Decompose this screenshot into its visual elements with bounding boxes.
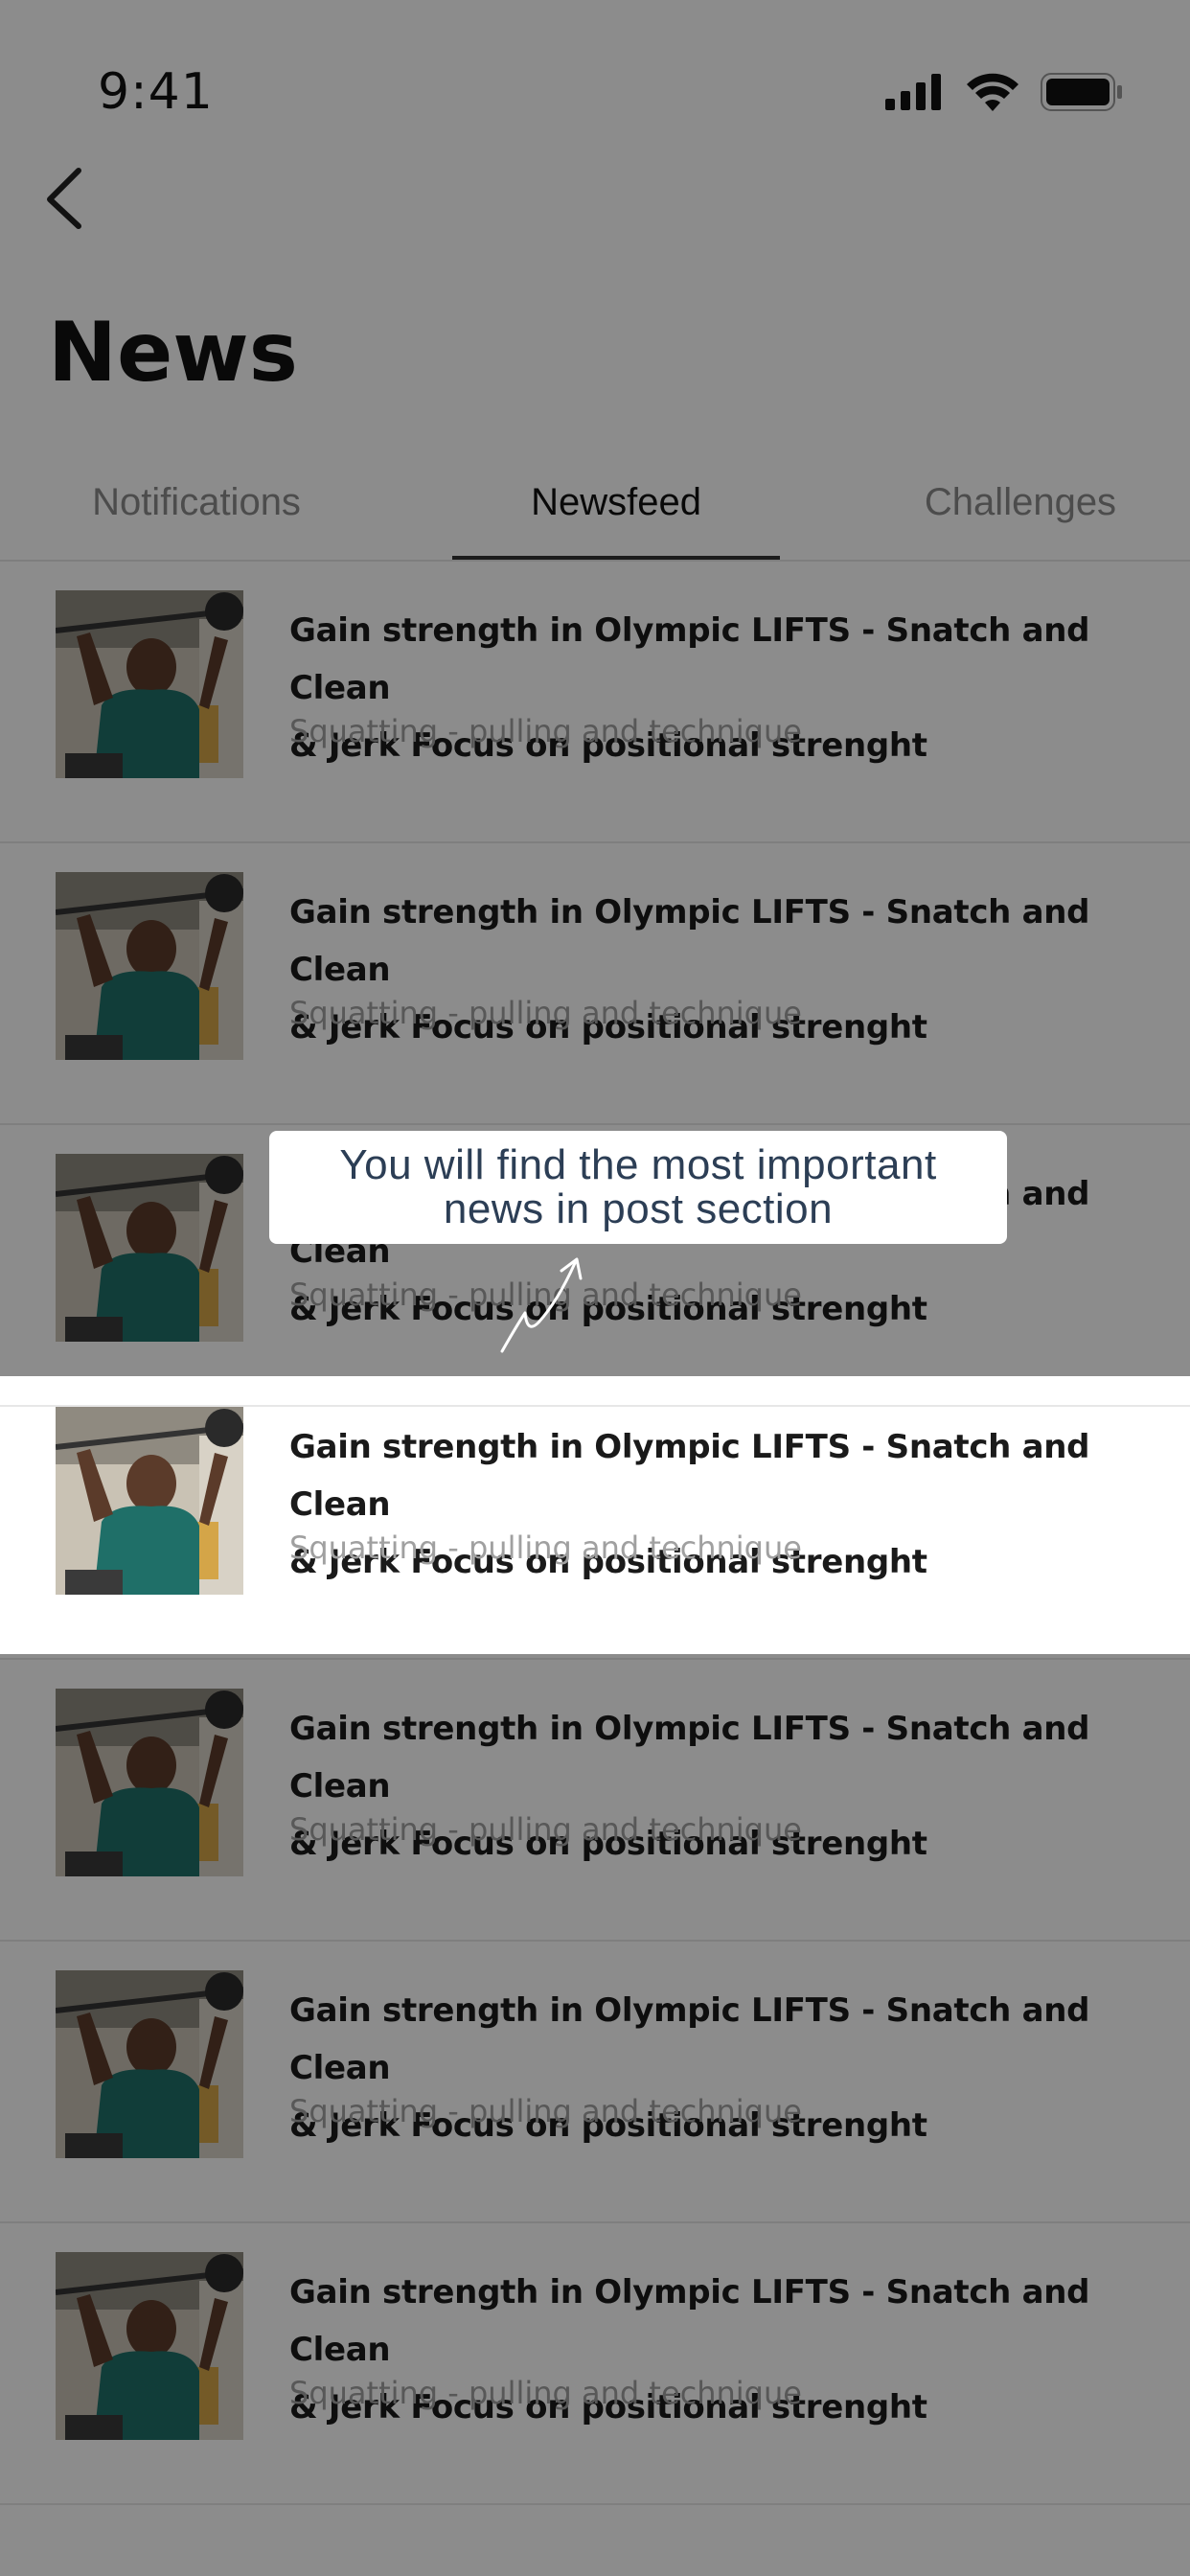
news-title-line: Gain strength in Olympic LIFTS - Snatch … xyxy=(289,1428,1090,1524)
news-thumbnail xyxy=(56,1407,243,1595)
tooltip-text-line: You will find the most important xyxy=(339,1141,937,1188)
hand-drawn-arrow-icon xyxy=(500,1257,583,1353)
news-subtitle: Squatting - pulling and technique xyxy=(289,1530,802,1566)
onboarding-tooltip: You will find the most important news in… xyxy=(269,1131,1007,1244)
dim-overlay-bottom xyxy=(0,1654,1190,2576)
coach-mark-screen: 9:41 News Notifications Newsfeed Challen… xyxy=(0,0,1190,2576)
tooltip-text-line: news in post section xyxy=(443,1185,834,1232)
news-item-highlighted[interactable]: Gain strength in Olympic LIFTS - Snatch … xyxy=(0,1378,1190,1660)
